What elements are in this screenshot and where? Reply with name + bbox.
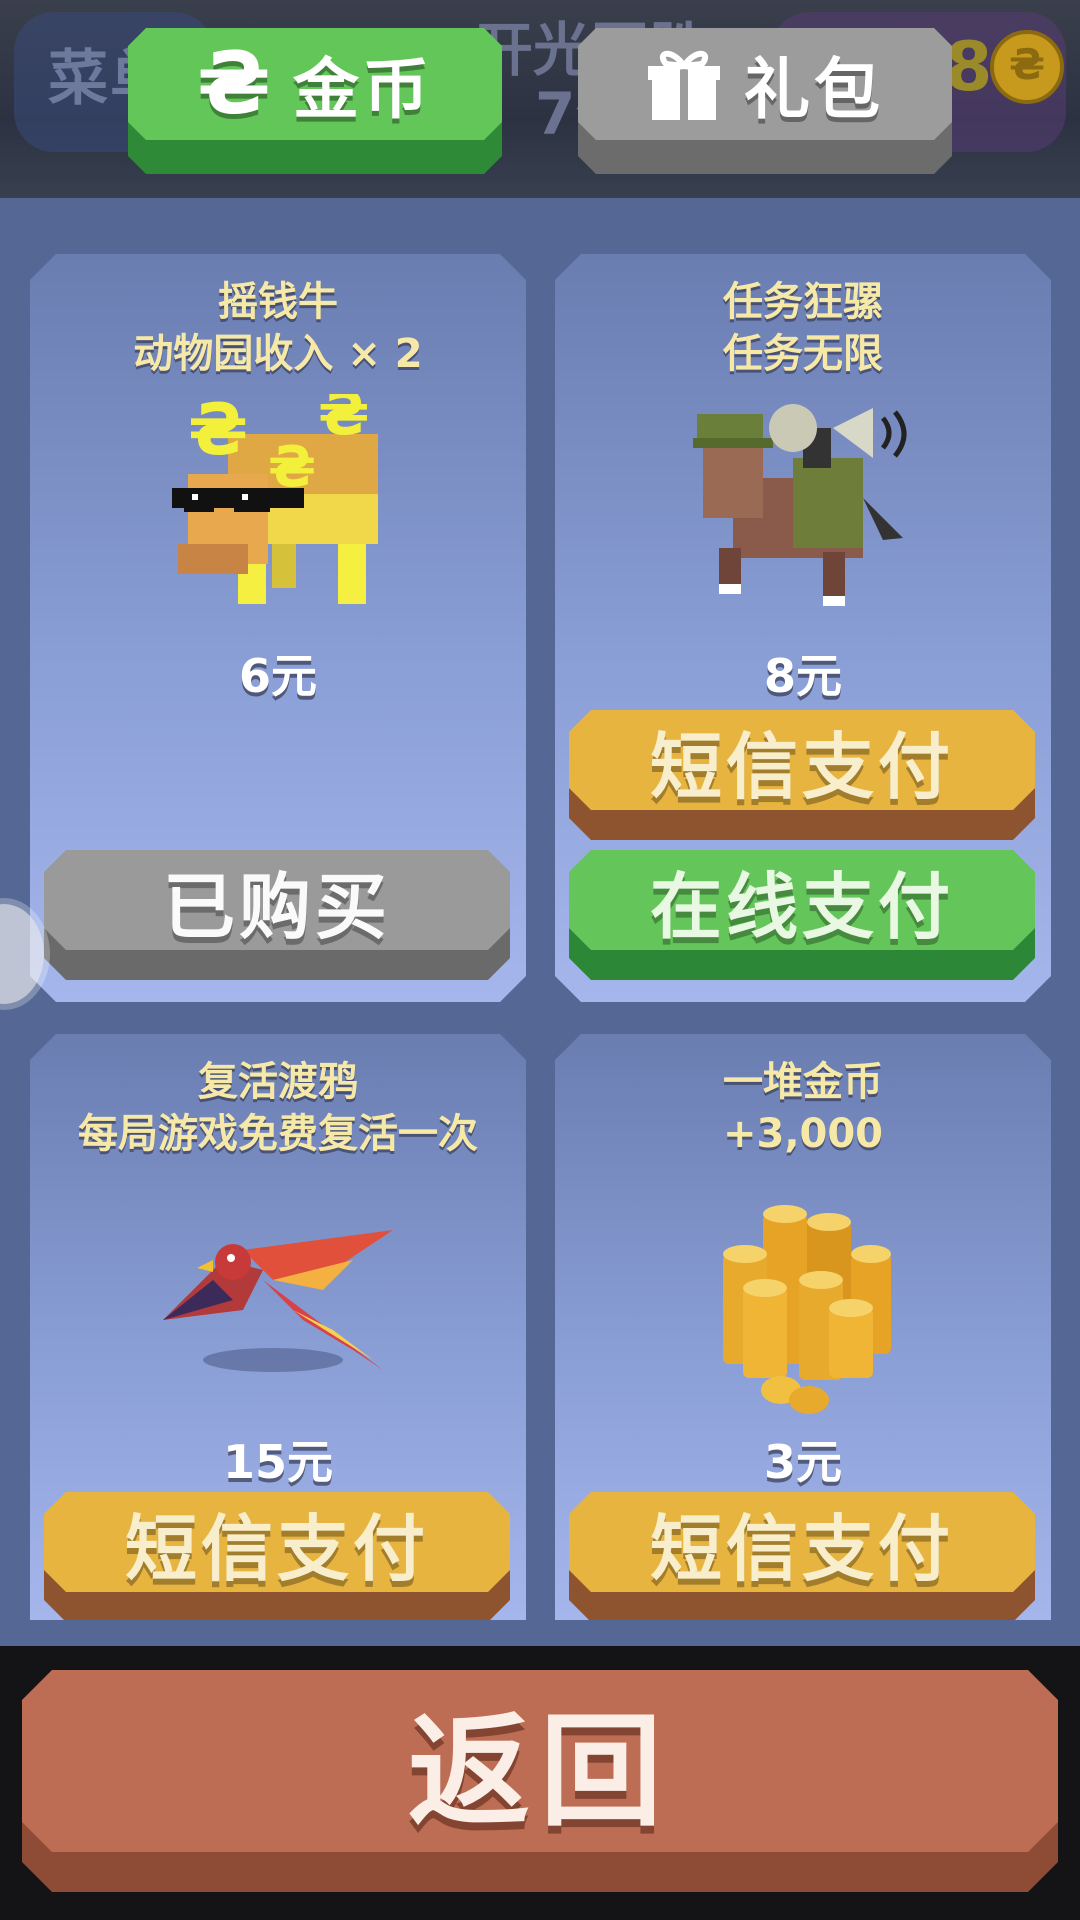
item-title: 一堆金币 +3,000 — [555, 1056, 1051, 1160]
svg-text:₴: ₴ — [268, 435, 316, 500]
mission-mule-icon — [693, 404, 907, 606]
button-face: 短信支付 — [569, 710, 1035, 810]
svg-text:₴: ₴ — [318, 394, 370, 449]
tab-gift-face: 礼包 — [578, 28, 952, 140]
store-item-mission-mule: 任务狂骡 任务无限 8元 短信支付 在线支付 — [555, 254, 1051, 1002]
button-face: 已购买 — [44, 850, 510, 950]
button-face: 短信支付 — [569, 1492, 1035, 1592]
coin-pile-icon — [723, 1205, 891, 1414]
item-price: 6元 — [238, 649, 317, 703]
store-item-coin-pile: 一堆金币 +3,000 3元 短信支付 — [555, 1034, 1051, 1620]
item-title: 任务狂骡 任务无限 — [555, 276, 1051, 380]
item-name: 复活渡鸦 — [198, 1059, 358, 1105]
item-name: 一堆金币 — [723, 1059, 883, 1105]
sms-pay-label: 短信支付 — [649, 1506, 954, 1591]
svg-text:₴: ₴ — [188, 394, 248, 471]
item-name: 摇钱牛 — [218, 279, 338, 325]
back-button-face: 返回 — [22, 1670, 1058, 1852]
sms-pay-label: 短信支付 — [649, 724, 954, 809]
tab-gift-packs[interactable]: 礼包 — [578, 28, 952, 176]
item-price: 3元 — [763, 1435, 842, 1489]
coin-icon: ₴ — [197, 34, 271, 134]
item-title: 复活渡鸦 每局游戏免费复活一次 — [30, 1056, 526, 1160]
sms-pay-label: 短信支付 — [124, 1506, 429, 1591]
item-description: 每局游戏免费复活一次 — [78, 1111, 478, 1157]
item-price: 15元 — [222, 1435, 333, 1489]
money-cow-icon: ₴ ₴ ₴ — [172, 394, 378, 604]
online-pay-button[interactable]: 在线支付 — [569, 850, 1035, 982]
tab-gift-label: 礼包 — [744, 51, 884, 128]
item-price: 8元 — [763, 649, 842, 703]
store-item-revive-raven: 复活渡鸦 每局游戏免费复活一次 15元 短信支付 — [30, 1034, 526, 1620]
item-description: 任务无限 — [723, 331, 883, 377]
item-description: +3,000 — [722, 1111, 884, 1157]
store-item-money-cow: 摇钱牛 动物园收入 × 2 ₴ ₴ ₴ 6元 已购买 — [30, 254, 526, 1002]
purchased-label: 已购买 — [162, 864, 391, 949]
item-title: 摇钱牛 动物园收入 × 2 — [30, 276, 526, 380]
back-button-label: 返回 — [408, 1700, 672, 1843]
sms-pay-button[interactable]: 短信支付 — [44, 1492, 510, 1620]
revive-raven-icon — [163, 1230, 393, 1372]
sms-pay-button[interactable]: 短信支付 — [569, 1492, 1035, 1620]
item-name: 任务狂骡 — [723, 279, 883, 325]
background-coin-count: 8 — [945, 28, 993, 107]
button-face: 在线支付 — [569, 850, 1035, 950]
tab-coins[interactable]: ₴ 金币 — [128, 28, 502, 176]
background-coin-icon: ₴ — [990, 30, 1064, 104]
sms-pay-button[interactable]: 短信支付 — [569, 710, 1035, 842]
item-description: 动物园收入 × 2 — [133, 331, 423, 377]
gift-icon — [648, 50, 720, 120]
back-button[interactable]: 返回 — [22, 1670, 1058, 1892]
purchased-button: 已购买 — [44, 850, 510, 982]
tab-coins-label: 金币 — [292, 51, 433, 128]
online-pay-label: 在线支付 — [649, 864, 954, 949]
button-face: 短信支付 — [44, 1492, 510, 1592]
tab-coins-face: ₴ 金币 — [128, 28, 502, 140]
